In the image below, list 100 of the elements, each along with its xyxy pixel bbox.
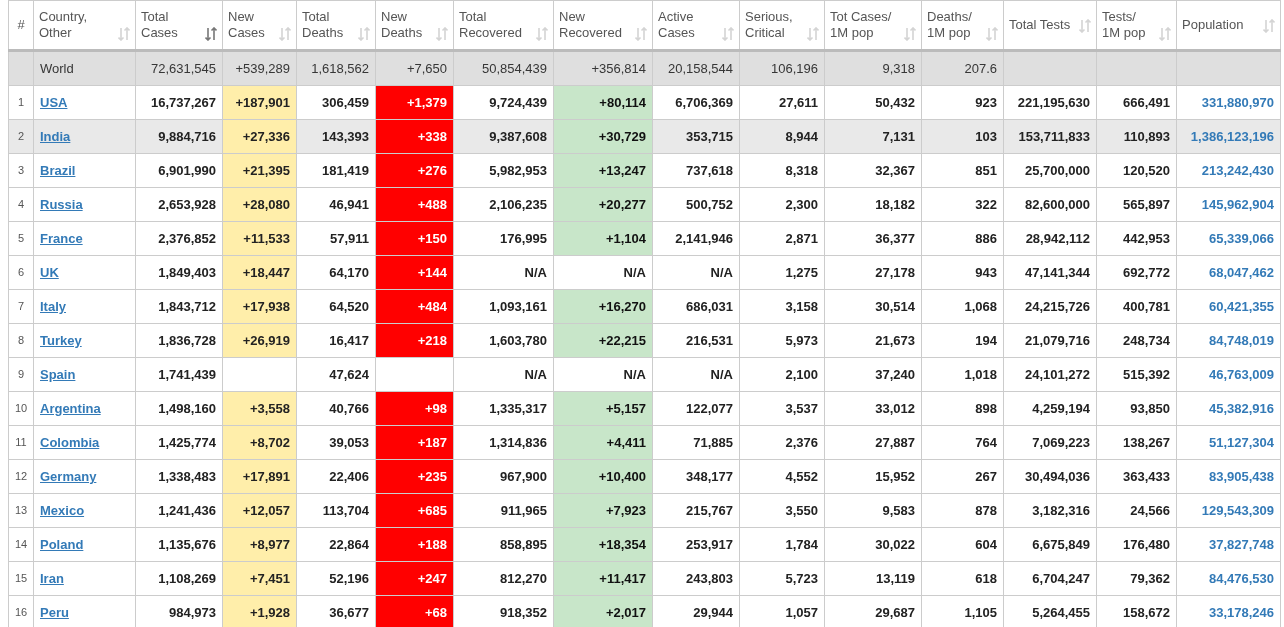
table-cell: 1,018 xyxy=(921,357,1004,392)
table-cell: 9,318 xyxy=(824,50,922,86)
table-cell: 253,917 xyxy=(652,527,740,562)
table-cell: N/A xyxy=(453,255,554,290)
table-cell: 16,417 xyxy=(296,323,376,358)
table-cell: 110,893 xyxy=(1096,119,1177,154)
table-cell: 1,843,712 xyxy=(135,289,223,324)
table-cell: 27,611 xyxy=(739,85,825,120)
table-cell: 64,170 xyxy=(296,255,376,290)
country-link[interactable]: Brazil xyxy=(40,162,76,178)
table-cell: 82,600,000 xyxy=(1003,187,1097,222)
country-link[interactable]: Peru xyxy=(40,604,69,620)
table-cell: 2,106,235 xyxy=(453,187,554,222)
table-cell: 79,362 xyxy=(1096,561,1177,596)
table-cell: 878 xyxy=(921,493,1004,528)
table-cell: 3,537 xyxy=(739,391,825,426)
table-cell: 267 xyxy=(921,459,1004,494)
table-cell: 30,494,036 xyxy=(1003,459,1097,494)
table-cell: 30,514 xyxy=(824,289,922,324)
table-cell: 4,552 xyxy=(739,459,825,494)
table-cell: 923 xyxy=(921,85,1004,120)
table-cell: 32,367 xyxy=(824,153,922,188)
table-cell: 16,737,267 xyxy=(135,85,223,120)
table-cell: +1,928 xyxy=(222,595,297,627)
table-cell: 400,781 xyxy=(1096,289,1177,324)
table-cell: +11,533 xyxy=(222,221,297,256)
table-cell: 565,897 xyxy=(1096,187,1177,222)
table-cell: 306,459 xyxy=(296,85,376,120)
table-cell: +11,417 xyxy=(553,561,653,596)
table-cell: +8,702 xyxy=(222,425,297,460)
table-cell: +21,395 xyxy=(222,153,297,188)
table-cell: +30,729 xyxy=(553,119,653,154)
country-link[interactable]: Turkey xyxy=(40,332,82,348)
table-cell: 21,079,716 xyxy=(1003,323,1097,358)
table-cell: 886 xyxy=(921,221,1004,256)
table-cell: +68 xyxy=(375,595,454,627)
country-link[interactable]: UK xyxy=(40,264,59,280)
row-number: 9 xyxy=(8,357,34,392)
country-link[interactable]: Iran xyxy=(40,570,64,586)
row-number: 6 xyxy=(8,255,34,290)
table-cell: 442,953 xyxy=(1096,221,1177,256)
table-cell: 248,734 xyxy=(1096,323,1177,358)
table-cell: 28,942,112 xyxy=(1003,221,1097,256)
table-cell: 50,854,439 xyxy=(453,50,554,86)
country-link[interactable]: Russia xyxy=(40,196,83,212)
country-link[interactable]: Italy xyxy=(40,298,66,314)
table-cell: 9,583 xyxy=(824,493,922,528)
table-cell: +685 xyxy=(375,493,454,528)
table-cell: 47,624 xyxy=(296,357,376,392)
table-cell: 7,131 xyxy=(824,119,922,154)
table-cell: 348,177 xyxy=(652,459,740,494)
table-cell: 103 xyxy=(921,119,1004,154)
table-cell: 737,618 xyxy=(652,153,740,188)
row-number: 1 xyxy=(8,85,34,120)
table-cell: 46,941 xyxy=(296,187,376,222)
table-cell: 21,673 xyxy=(824,323,922,358)
table-cell: 24,566 xyxy=(1096,493,1177,528)
table-cell: 1,603,780 xyxy=(453,323,554,358)
table-cell: 129,543,309 xyxy=(1176,493,1281,528)
table-cell: 604 xyxy=(921,527,1004,562)
country-link[interactable]: Poland xyxy=(40,536,84,552)
country-link[interactable]: USA xyxy=(40,94,68,110)
table-cell: +17,891 xyxy=(222,459,297,494)
table-cell: 221,195,630 xyxy=(1003,85,1097,120)
table-cell: 93,850 xyxy=(1096,391,1177,426)
table-cell: +7,451 xyxy=(222,561,297,596)
table-cell: 851 xyxy=(921,153,1004,188)
table-cell: +144 xyxy=(375,255,454,290)
table-cell: 1,135,676 xyxy=(135,527,223,562)
country-link[interactable]: Spain xyxy=(40,366,76,382)
sort-icon[interactable] xyxy=(205,27,217,41)
table-cell: 22,864 xyxy=(296,527,376,562)
table-cell: 1,741,439 xyxy=(135,357,223,392)
country-link[interactable]: France xyxy=(40,230,83,246)
table-cell: +247 xyxy=(375,561,454,596)
country-link[interactable]: India xyxy=(40,128,71,144)
table-cell: N/A xyxy=(652,255,740,290)
country-link[interactable]: Mexico xyxy=(40,502,85,518)
table-cell: 143,393 xyxy=(296,119,376,154)
table-cell: 2,376 xyxy=(739,425,825,460)
table-cell: +235 xyxy=(375,459,454,494)
table-cell: N/A xyxy=(453,357,554,392)
table-cell: 24,101,272 xyxy=(1003,357,1097,392)
table-cell: 2,100 xyxy=(739,357,825,392)
table-cell: +10,400 xyxy=(553,459,653,494)
table-cell: 120,520 xyxy=(1096,153,1177,188)
table-cell: 7,069,223 xyxy=(1003,425,1097,460)
table-cell: +218 xyxy=(375,323,454,358)
table-cell: 3,158 xyxy=(739,289,825,324)
table-cell: 666,491 xyxy=(1096,85,1177,120)
table-cell: 25,700,000 xyxy=(1003,153,1097,188)
table-cell: 72,631,545 xyxy=(135,50,223,86)
table-cell: 47,141,344 xyxy=(1003,255,1097,290)
table-cell: 9,884,716 xyxy=(135,119,223,154)
table-cell: 37,240 xyxy=(824,357,922,392)
table-cell: +276 xyxy=(375,153,454,188)
table-cell: N/A xyxy=(652,357,740,392)
table-cell: 331,880,970 xyxy=(1176,85,1281,120)
table-cell: 2,300 xyxy=(739,187,825,222)
table-cell: +338 xyxy=(375,119,454,154)
